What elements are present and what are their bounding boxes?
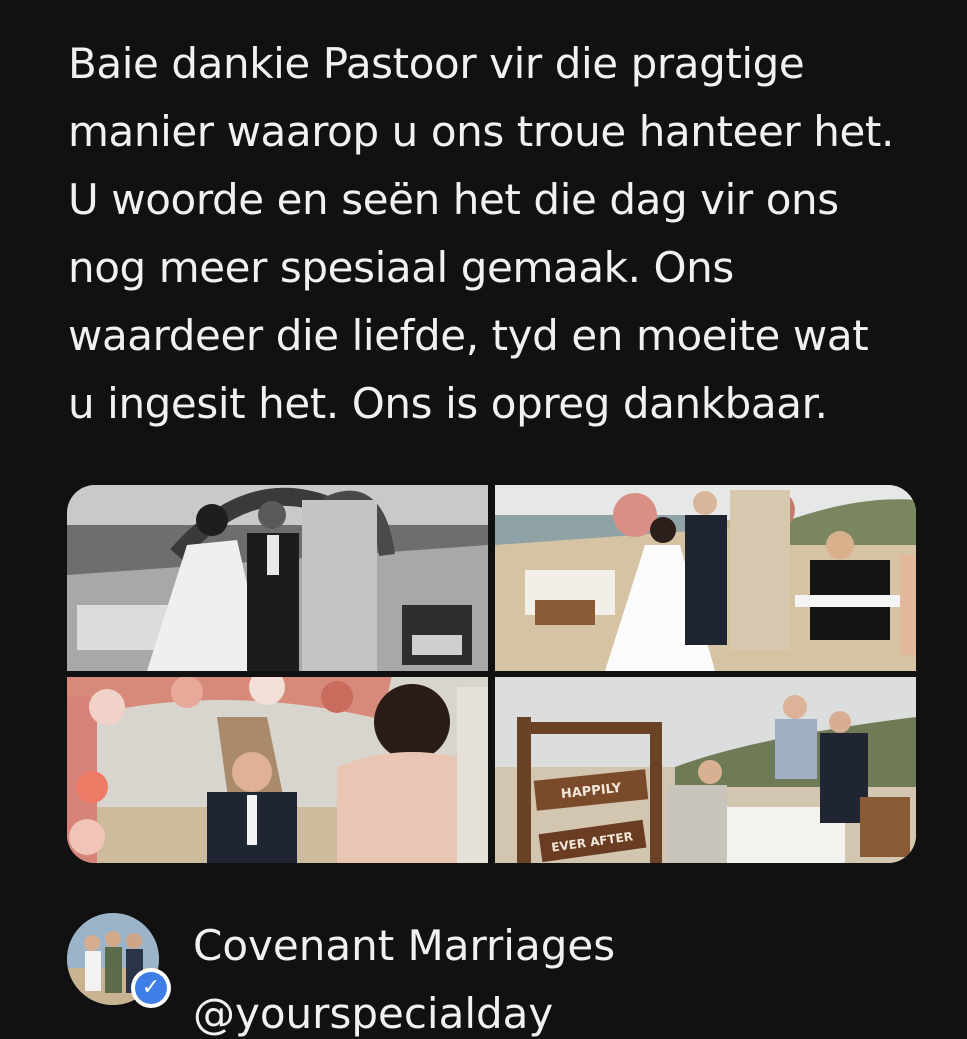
groom-flower-arch-photo	[67, 677, 488, 863]
author-handle[interactable]: @yourspecialday	[193, 989, 553, 1039]
wedding-ceremony-bw-photo	[67, 485, 488, 671]
author-name[interactable]: Covenant Marriages	[193, 921, 615, 971]
review-text: Baie dankie Pastoor vir die pragtige man…	[68, 39, 894, 428]
gallery-photo-4[interactable]: HAPPILY EVER AFTER	[495, 677, 916, 863]
review-post: Baie dankie Pastoor vir die pragtige man…	[0, 0, 967, 1039]
gallery-photo-2[interactable]	[495, 485, 916, 671]
wedding-ceremony-beach-photo	[495, 485, 916, 671]
photo-gallery: HAPPILY EVER AFTER	[67, 485, 916, 863]
verified-badge-icon: ✓	[131, 968, 171, 1008]
gallery-photo-1[interactable]	[67, 485, 488, 671]
gallery-photo-3[interactable]	[67, 677, 488, 863]
author-block[interactable]: ✓ Covenant Marriages @yourspecialday	[67, 913, 927, 1039]
happily-ever-after-sign-photo: HAPPILY EVER AFTER	[495, 677, 916, 863]
